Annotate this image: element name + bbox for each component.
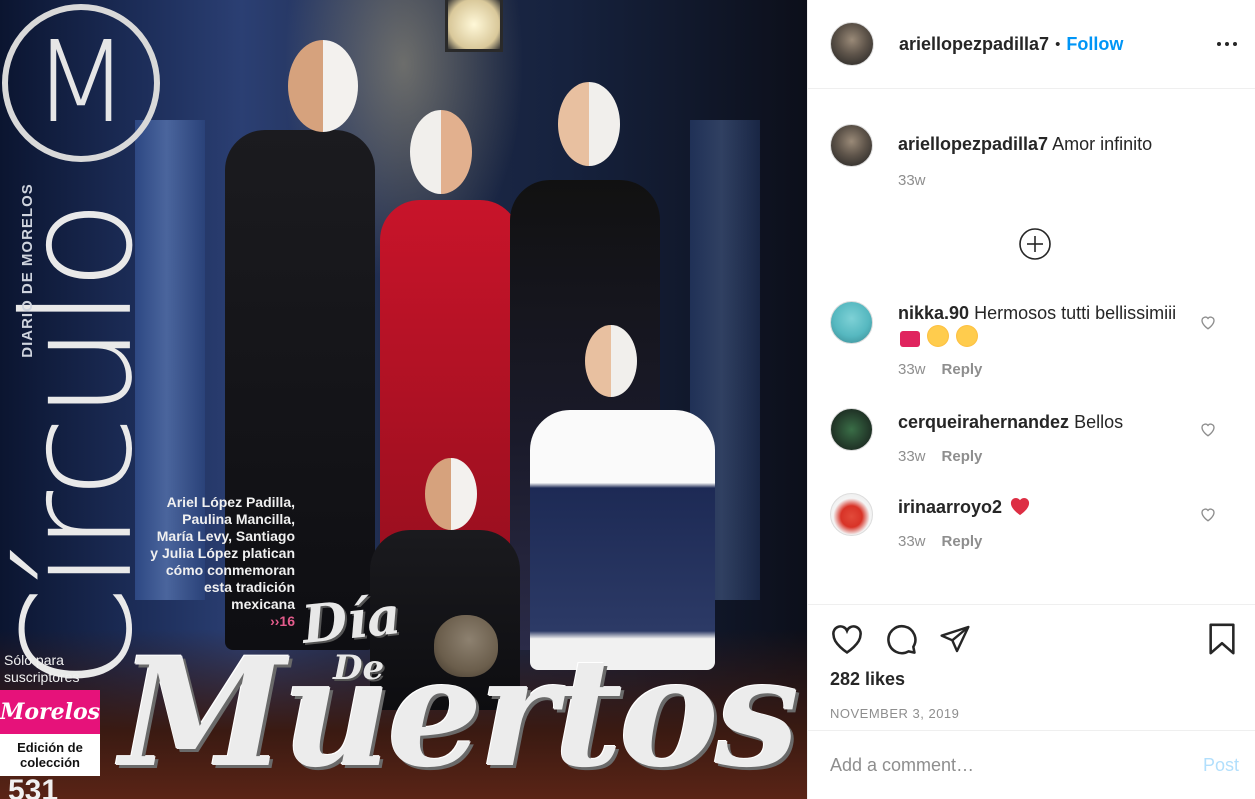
subscribers-note: Sólo para suscriptores	[4, 652, 80, 685]
reply-button[interactable]: Reply	[942, 361, 983, 378]
comment-username[interactable]: irinaarroyo2	[898, 497, 1002, 517]
comment-text: Bellos	[1074, 412, 1124, 432]
magazine-subtitle: DIARIO DE MORELOS	[18, 183, 36, 358]
reply-button[interactable]: Reply	[942, 533, 983, 550]
lantern-decoration	[445, 0, 503, 52]
reply-button[interactable]: Reply	[942, 448, 983, 465]
headline-muertos: Muertos	[120, 625, 799, 799]
comment-time[interactable]: 33w	[898, 448, 926, 465]
magazine-logo: M	[2, 4, 160, 162]
comment-text: Hermosos tutti bellissimiii	[974, 303, 1177, 323]
comment-time[interactable]: 33w	[898, 533, 926, 550]
caption-avatar[interactable]	[830, 124, 873, 167]
like-heart-icon[interactable]	[830, 622, 864, 656]
author-username[interactable]: ariellopezpadilla7	[899, 34, 1049, 55]
like-comment-heart-icon[interactable]	[1199, 505, 1217, 523]
face-blowing-kiss-icon	[956, 325, 979, 347]
post-actions: 282 likes NOVEMBER 3, 2019	[808, 604, 1255, 730]
star-struck-icon	[927, 325, 950, 347]
face-painted-girl	[558, 82, 620, 166]
face-painted-child	[585, 325, 637, 397]
more-options-icon[interactable]	[1215, 32, 1239, 56]
edition-label: Edición de colección	[0, 734, 100, 776]
post-comment-button[interactable]: Post	[1203, 755, 1239, 776]
issue-number: 531	[8, 774, 59, 799]
logo-letter: M	[32, 18, 130, 148]
face-painted-boy	[425, 458, 477, 530]
post-image[interactable]: M Círculo DIARIO DE MORELOS Ariel López …	[0, 0, 807, 799]
author-avatar[interactable]	[830, 22, 874, 66]
newspaper-logo: Morelos	[0, 699, 101, 725]
like-comment-heart-icon[interactable]	[1199, 313, 1217, 331]
header-separator: •	[1055, 35, 1061, 53]
comments-list[interactable]: ariellopezpadilla7 Amor infinito 33w nik…	[808, 89, 1255, 604]
instagram-post: M Círculo DIARIO DE MORELOS Ariel López …	[0, 0, 1255, 799]
hundred-points-icon	[900, 331, 920, 347]
post-date[interactable]: NOVEMBER 3, 2019	[830, 706, 1239, 721]
comment-item: cerqueirahernandez Bellos 33w Reply	[830, 408, 1239, 465]
red-heart-icon	[1010, 497, 1030, 516]
comment-username[interactable]: cerqueirahernandez	[898, 412, 1069, 432]
share-paper-plane-icon[interactable]	[938, 622, 972, 656]
face-painted-woman	[410, 110, 472, 194]
follow-button[interactable]: Follow	[1066, 34, 1123, 55]
cover-blurb-text: Ariel López Padilla, Paulina Mancilla, M…	[150, 494, 295, 612]
like-comment-heart-icon[interactable]	[1199, 420, 1217, 438]
comment-bubble-icon[interactable]	[884, 622, 918, 656]
comment-item: nikka.90 Hermosos tutti bellissimiii 33w…	[830, 301, 1239, 378]
face-painted-man	[288, 40, 358, 132]
newspaper-logo-box: Morelos	[0, 690, 100, 734]
caption-text: Amor infinito	[1052, 134, 1153, 154]
load-more-comments-icon[interactable]	[1018, 227, 1052, 261]
cover-blurb: Ariel López Padilla, Paulina Mancilla, M…	[150, 494, 295, 630]
caption-time[interactable]: 33w	[898, 172, 926, 189]
caption-username[interactable]: ariellopezpadilla7	[898, 134, 1048, 154]
commenter-avatar[interactable]	[830, 493, 873, 536]
comment-input[interactable]	[830, 754, 1203, 776]
comment-username[interactable]: nikka.90	[898, 303, 969, 323]
post-sidebar: ariellopezpadilla7 • Follow ariellopezpa…	[807, 0, 1255, 799]
commenter-avatar[interactable]	[830, 408, 873, 451]
comment-item: irinaarroyo2 33w Reply	[830, 493, 1239, 550]
caption: ariellopezpadilla7 Amor infinito 33w	[830, 124, 1239, 189]
comment-time[interactable]: 33w	[898, 361, 926, 378]
save-bookmark-icon[interactable]	[1205, 622, 1239, 656]
post-header: ariellopezpadilla7 • Follow	[808, 0, 1255, 89]
commenter-avatar[interactable]	[830, 301, 873, 344]
likes-count[interactable]: 282 likes	[830, 669, 1239, 690]
add-comment-bar: Post	[808, 730, 1255, 799]
